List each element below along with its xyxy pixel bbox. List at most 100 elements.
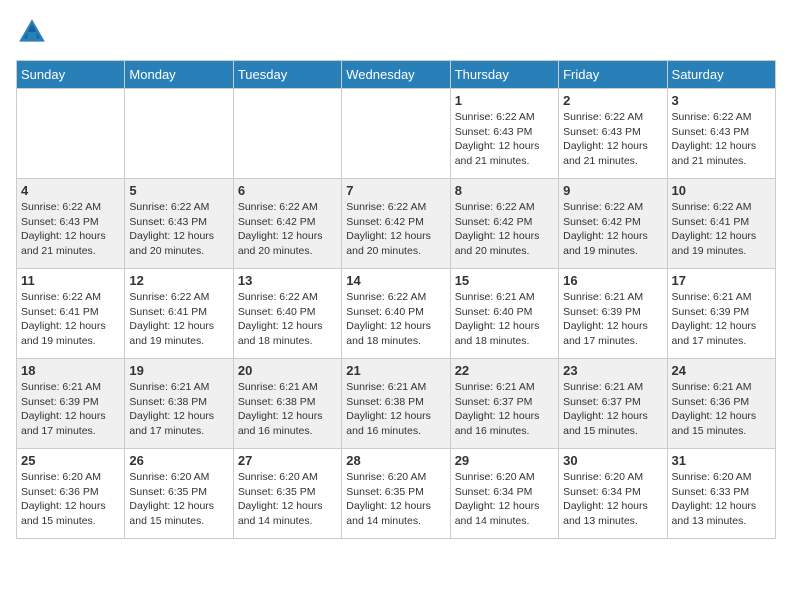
calendar-cell: 12 Sunrise: 6:22 AMSunset: 6:41 PMDayligh…: [125, 269, 233, 359]
day-info: Sunrise: 6:22 AMSunset: 6:43 PMDaylight:…: [455, 110, 554, 169]
calendar-week-row: 18 Sunrise: 6:21 AMSunset: 6:39 PMDayligh…: [17, 359, 776, 449]
day-number: 2: [563, 93, 662, 108]
day-number: 13: [238, 273, 337, 288]
day-number: 1: [455, 93, 554, 108]
day-number: 9: [563, 183, 662, 198]
calendar-day-header: Tuesday: [233, 61, 341, 89]
day-number: 8: [455, 183, 554, 198]
day-number: 12: [129, 273, 228, 288]
calendar-day-header: Wednesday: [342, 61, 450, 89]
day-info: Sunrise: 6:22 AMSunset: 6:43 PMDaylight:…: [129, 200, 228, 259]
calendar-cell: 20Sunrise: 6:21 AMSunset: 6:38 PMDayligh…: [233, 359, 341, 449]
calendar-cell: [233, 89, 341, 179]
day-number: 31: [672, 453, 771, 468]
calendar-week-row: 11Sunrise: 6:22 AMSunset: 6:41 PMDayligh…: [17, 269, 776, 359]
logo: [16, 16, 52, 48]
day-info: Sunrise: 6:20 AMSunset: 6:36 PMDaylight:…: [21, 470, 120, 529]
day-number: 22: [455, 363, 554, 378]
calendar-cell: 10 Sunrise: 6:22 AMSunset: 6:41 PMDayligh…: [667, 179, 775, 269]
calendar-day-header: Thursday: [450, 61, 558, 89]
calendar-cell: 31 Sunrise: 6:20 AMSunset: 6:33 PMDayligh…: [667, 449, 775, 539]
day-info: Sunrise: 6:21 AMSunset: 6:39 PMDaylight:…: [21, 380, 120, 439]
calendar-day-header: Sunday: [17, 61, 125, 89]
day-number: 3: [672, 93, 771, 108]
day-info: Sunrise: 6:22 AMSunset: 6:42 PMDaylight:…: [455, 200, 554, 259]
calendar-cell: 28 Sunrise: 6:20 AMSunset: 6:35 PMDayligh…: [342, 449, 450, 539]
day-number: 7: [346, 183, 445, 198]
calendar-cell: 14 Sunrise: 6:22 AMSunset: 6:40 PMDayligh…: [342, 269, 450, 359]
day-info: Sunrise: 6:22 AMSunset: 6:43 PMDaylight:…: [672, 110, 771, 169]
day-info: Sunrise: 6:20 AMSunset: 6:35 PMDaylight:…: [346, 470, 445, 529]
day-number: 29: [455, 453, 554, 468]
day-number: 30: [563, 453, 662, 468]
day-info: Sunrise: 6:20 AMSunset: 6:34 PMDaylight:…: [563, 470, 662, 529]
day-info: Sunrise: 6:22 AMSunset: 6:42 PMDaylight:…: [346, 200, 445, 259]
calendar-cell: 3 Sunrise: 6:22 AMSunset: 6:43 PMDaylight…: [667, 89, 775, 179]
day-number: 28: [346, 453, 445, 468]
day-number: 10: [672, 183, 771, 198]
day-info: Sunrise: 6:22 AMSunset: 6:40 PMDaylight:…: [238, 290, 337, 349]
calendar-cell: 9 Sunrise: 6:22 AMSunset: 6:42 PMDaylight…: [559, 179, 667, 269]
calendar-cell: 26 Sunrise: 6:20 AMSunset: 6:35 PMDayligh…: [125, 449, 233, 539]
day-info: Sunrise: 6:22 AMSunset: 6:40 PMDaylight:…: [346, 290, 445, 349]
day-number: 24: [672, 363, 771, 378]
day-number: 23: [563, 363, 662, 378]
calendar-cell: 16 Sunrise: 6:21 AMSunset: 6:39 PMDayligh…: [559, 269, 667, 359]
day-number: 15: [455, 273, 554, 288]
day-info: Sunrise: 6:22 AMSunset: 6:41 PMDaylight:…: [129, 290, 228, 349]
calendar-cell: 5Sunrise: 6:22 AMSunset: 6:43 PMDaylight…: [125, 179, 233, 269]
day-info: Sunrise: 6:21 AMSunset: 6:37 PMDaylight:…: [455, 380, 554, 439]
calendar-day-header: Saturday: [667, 61, 775, 89]
calendar-cell: 6 Sunrise: 6:22 AMSunset: 6:42 PMDaylight…: [233, 179, 341, 269]
calendar-table: SundayMondayTuesdayWednesdayThursdayFrid…: [16, 60, 776, 539]
calendar-cell: 11Sunrise: 6:22 AMSunset: 6:41 PMDayligh…: [17, 269, 125, 359]
calendar-day-header: Monday: [125, 61, 233, 89]
day-number: 16: [563, 273, 662, 288]
calendar-cell: 15 Sunrise: 6:21 AMSunset: 6:40 PMDayligh…: [450, 269, 558, 359]
day-info: Sunrise: 6:20 AMSunset: 6:35 PMDaylight:…: [129, 470, 228, 529]
calendar-cell: 2 Sunrise: 6:22 AMSunset: 6:43 PMDaylight…: [559, 89, 667, 179]
day-info: Sunrise: 6:22 AMSunset: 6:43 PMDaylight:…: [563, 110, 662, 169]
calendar-cell: 27 Sunrise: 6:20 AMSunset: 6:35 PMDayligh…: [233, 449, 341, 539]
day-info: Sunrise: 6:21 AMSunset: 6:38 PMDaylight:…: [238, 380, 337, 439]
day-number: 14: [346, 273, 445, 288]
day-number: 18: [21, 363, 120, 378]
calendar-cell: [125, 89, 233, 179]
calendar-cell: 17Sunrise: 6:21 AMSunset: 6:39 PMDayligh…: [667, 269, 775, 359]
day-number: 27: [238, 453, 337, 468]
calendar-cell: 25 Sunrise: 6:20 AMSunset: 6:36 PMDayligh…: [17, 449, 125, 539]
calendar-cell: 13 Sunrise: 6:22 AMSunset: 6:40 PMDayligh…: [233, 269, 341, 359]
calendar-cell: 7 Sunrise: 6:22 AMSunset: 6:42 PMDaylight…: [342, 179, 450, 269]
calendar-week-row: 1 Sunrise: 6:22 AMSunset: 6:43 PMDaylight…: [17, 89, 776, 179]
day-info: Sunrise: 6:22 AMSunset: 6:42 PMDaylight:…: [563, 200, 662, 259]
day-info: Sunrise: 6:22 AMSunset: 6:42 PMDaylight:…: [238, 200, 337, 259]
logo-icon: [16, 16, 48, 48]
calendar-cell: 18 Sunrise: 6:21 AMSunset: 6:39 PMDayligh…: [17, 359, 125, 449]
calendar-cell: 1 Sunrise: 6:22 AMSunset: 6:43 PMDaylight…: [450, 89, 558, 179]
day-info: Sunrise: 6:21 AMSunset: 6:38 PMDaylight:…: [129, 380, 228, 439]
day-number: 6: [238, 183, 337, 198]
day-number: 26: [129, 453, 228, 468]
page-header: [16, 16, 776, 48]
calendar-cell: 23Sunrise: 6:21 AMSunset: 6:37 PMDayligh…: [559, 359, 667, 449]
day-info: Sunrise: 6:22 AMSunset: 6:41 PMDaylight:…: [672, 200, 771, 259]
day-number: 25: [21, 453, 120, 468]
day-number: 21: [346, 363, 445, 378]
calendar-cell: 30 Sunrise: 6:20 AMSunset: 6:34 PMDayligh…: [559, 449, 667, 539]
calendar-cell: 4 Sunrise: 6:22 AMSunset: 6:43 PMDaylight…: [17, 179, 125, 269]
day-info: Sunrise: 6:22 AMSunset: 6:41 PMDaylight:…: [21, 290, 120, 349]
day-info: Sunrise: 6:21 AMSunset: 6:38 PMDaylight:…: [346, 380, 445, 439]
day-info: Sunrise: 6:21 AMSunset: 6:40 PMDaylight:…: [455, 290, 554, 349]
calendar-cell: 8 Sunrise: 6:22 AMSunset: 6:42 PMDaylight…: [450, 179, 558, 269]
calendar-cell: 22 Sunrise: 6:21 AMSunset: 6:37 PMDayligh…: [450, 359, 558, 449]
day-number: 17: [672, 273, 771, 288]
calendar-header-row: SundayMondayTuesdayWednesdayThursdayFrid…: [17, 61, 776, 89]
day-info: Sunrise: 6:20 AMSunset: 6:33 PMDaylight:…: [672, 470, 771, 529]
calendar-cell: [17, 89, 125, 179]
day-info: Sunrise: 6:21 AMSunset: 6:39 PMDaylight:…: [563, 290, 662, 349]
calendar-cell: 19Sunrise: 6:21 AMSunset: 6:38 PMDayligh…: [125, 359, 233, 449]
day-number: 4: [21, 183, 120, 198]
day-info: Sunrise: 6:22 AMSunset: 6:43 PMDaylight:…: [21, 200, 120, 259]
calendar-cell: 29Sunrise: 6:20 AMSunset: 6:34 PMDayligh…: [450, 449, 558, 539]
day-info: Sunrise: 6:20 AMSunset: 6:35 PMDaylight:…: [238, 470, 337, 529]
